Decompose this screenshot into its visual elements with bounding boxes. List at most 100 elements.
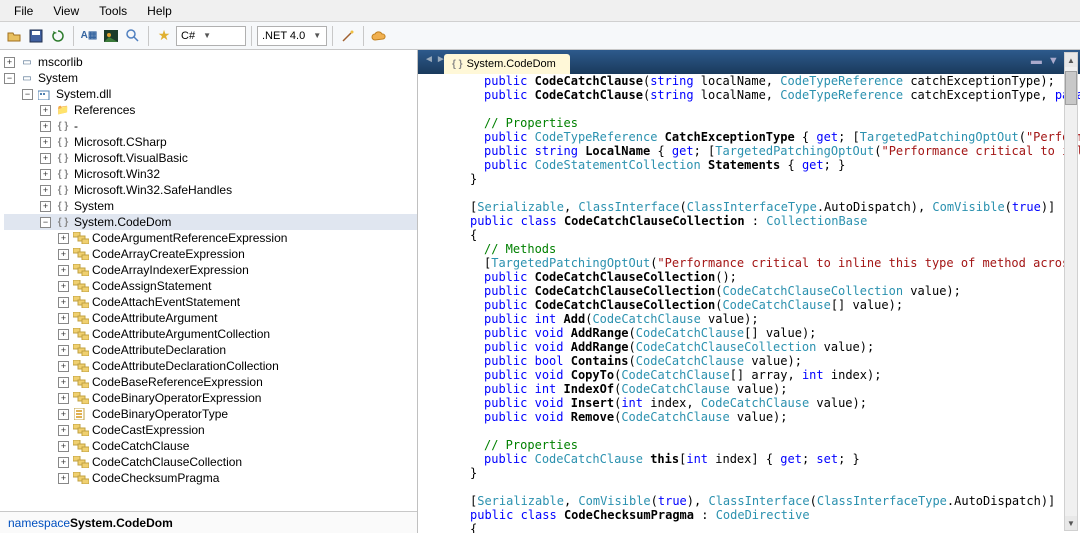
tree-item[interactable]: Microsoft.Win32 [74,167,160,181]
open-icon[interactable] [4,26,24,46]
nav-forward-icon[interactable]: ► [436,54,446,65]
tree-item[interactable]: - [74,119,78,133]
code-line: public void CopyTo(CodeCatchClause[] arr… [422,368,1080,382]
scroll-down-icon[interactable]: ▼ [1065,516,1077,530]
scroll-thumb[interactable] [1065,71,1077,105]
expand-icon[interactable]: + [58,441,69,452]
tree-item[interactable]: CodeCatchClause [92,439,189,453]
expand-icon[interactable]: + [40,105,51,116]
tree-item[interactable]: Microsoft.VisualBasic [74,151,188,165]
class-icon [73,327,89,341]
code-line [422,424,1080,438]
expand-icon[interactable]: + [40,185,51,196]
scroll-up-icon[interactable]: ▲ [1065,53,1077,67]
search-icon[interactable] [123,26,143,46]
collapse-icon[interactable]: − [40,217,51,228]
menu-help[interactable]: Help [137,2,182,20]
tree-item[interactable]: CodeChecksumPragma [92,471,219,485]
expand-icon[interactable]: + [4,57,15,68]
chevron-down-icon: ▼ [203,31,211,40]
expand-icon[interactable]: + [58,345,69,356]
expand-icon[interactable]: + [58,297,69,308]
code-line: public CodeStatementCollection Statement… [422,158,1080,172]
collapse-icon[interactable]: − [22,89,33,100]
favorite-icon[interactable]: ★ [154,26,174,46]
status-namespace-value: System.CodeDom [70,516,173,530]
menu-view[interactable]: View [43,2,89,20]
tree-view[interactable]: +▭mscorlib −▭System −System.dll +📁Refere… [0,50,417,511]
assembly-icon: ▭ [19,55,35,69]
code-line: { [422,522,1080,533]
expand-icon[interactable]: + [40,169,51,180]
dropdown-icon[interactable]: ▼ [1048,55,1059,67]
tree-item[interactable]: CodeAttributeArgumentCollection [92,327,270,341]
tree-item[interactable]: CodeAttributeDeclaration [92,343,226,357]
expand-icon[interactable]: + [40,153,51,164]
expand-icon[interactable]: + [40,201,51,212]
expand-icon[interactable]: + [58,425,69,436]
expand-icon[interactable]: + [58,473,69,484]
resource-icon[interactable] [101,26,121,46]
tree-item[interactable]: CodeArgumentReferenceExpression [92,231,287,245]
save-icon[interactable] [26,26,46,46]
tree-item[interactable]: CodeArrayCreateExpression [92,247,245,261]
tree-item[interactable]: CodeArrayIndexerExpression [92,263,249,277]
tree-item[interactable]: CodeCatchClauseCollection [92,455,242,469]
tree-item[interactable]: CodeAttachEventStatement [92,295,240,309]
menu-file[interactable]: File [4,2,43,20]
expand-icon[interactable]: + [58,249,69,260]
code-line: // Methods [422,242,1080,256]
code-viewer[interactable]: public CodeCatchClause(string localName,… [418,74,1080,533]
tree-item[interactable]: System [38,71,78,85]
cloud-icon[interactable] [369,26,389,46]
class-icon [73,471,89,485]
tree-item[interactable]: CodeBinaryOperatorType [92,407,228,421]
tree-item[interactable]: Microsoft.CSharp [74,135,167,149]
framework-select[interactable]: .NET 4.0▼ [257,26,327,46]
expand-icon[interactable]: + [58,265,69,276]
expand-icon[interactable]: + [58,281,69,292]
expand-icon[interactable]: + [58,457,69,468]
expand-icon[interactable]: + [58,393,69,404]
assembly-icon[interactable]: A▦ [79,26,99,46]
wand-icon[interactable] [338,26,358,46]
menu-tools[interactable]: Tools [89,2,137,20]
expand-icon[interactable]: + [40,121,51,132]
class-icon [73,407,89,421]
tree-item[interactable]: System [74,199,114,213]
code-line [422,480,1080,494]
expand-icon[interactable]: + [58,377,69,388]
tree-item[interactable]: CodeCastExpression [92,423,205,437]
tree-item[interactable]: System.dll [56,87,111,101]
tree-item[interactable]: CodeBinaryOperatorExpression [92,391,261,405]
collapse-icon[interactable]: − [4,73,15,84]
language-select[interactable]: C#▼ [176,26,246,46]
tree-item[interactable]: CodeAttributeDeclarationCollection [92,359,279,373]
tree-item[interactable]: CodeBaseReferenceExpression [92,375,263,389]
expand-icon[interactable]: + [58,233,69,244]
tree-item[interactable]: Microsoft.Win32.SafeHandles [74,183,232,197]
expand-icon[interactable]: + [58,361,69,372]
code-line: [Serializable, ClassInterface(ClassInter… [422,200,1080,214]
expand-icon[interactable]: + [58,409,69,420]
tree-item[interactable]: CodeAttributeArgument [92,311,217,325]
chevron-down-icon: ▼ [313,31,321,40]
expand-icon[interactable]: + [58,313,69,324]
expand-icon[interactable]: + [58,329,69,340]
code-line: public bool Contains(CodeCatchClause val… [422,354,1080,368]
scrollbar[interactable]: ▲ ▼ [1064,52,1078,531]
code-line: [TargetedPatchingOptOut("Performance cri… [422,256,1080,270]
refresh-icon[interactable] [48,26,68,46]
expand-icon[interactable]: + [40,137,51,148]
tree-item[interactable]: CodeAssignStatement [92,279,211,293]
minimize-icon[interactable]: ▬ [1031,55,1042,67]
code-line: } [422,172,1080,186]
status-namespace-label: namespace [8,516,70,530]
tab-active[interactable]: { }System.CodeDom [444,54,570,74]
tree-item-selected[interactable]: System.CodeDom [74,215,171,229]
namespace-icon: { } [55,199,71,213]
tree-item[interactable]: mscorlib [38,55,83,69]
code-line: public CodeCatchClause(string localName,… [422,74,1080,88]
tree-item[interactable]: References [74,103,135,117]
nav-back-icon[interactable]: ◄ [424,54,434,65]
